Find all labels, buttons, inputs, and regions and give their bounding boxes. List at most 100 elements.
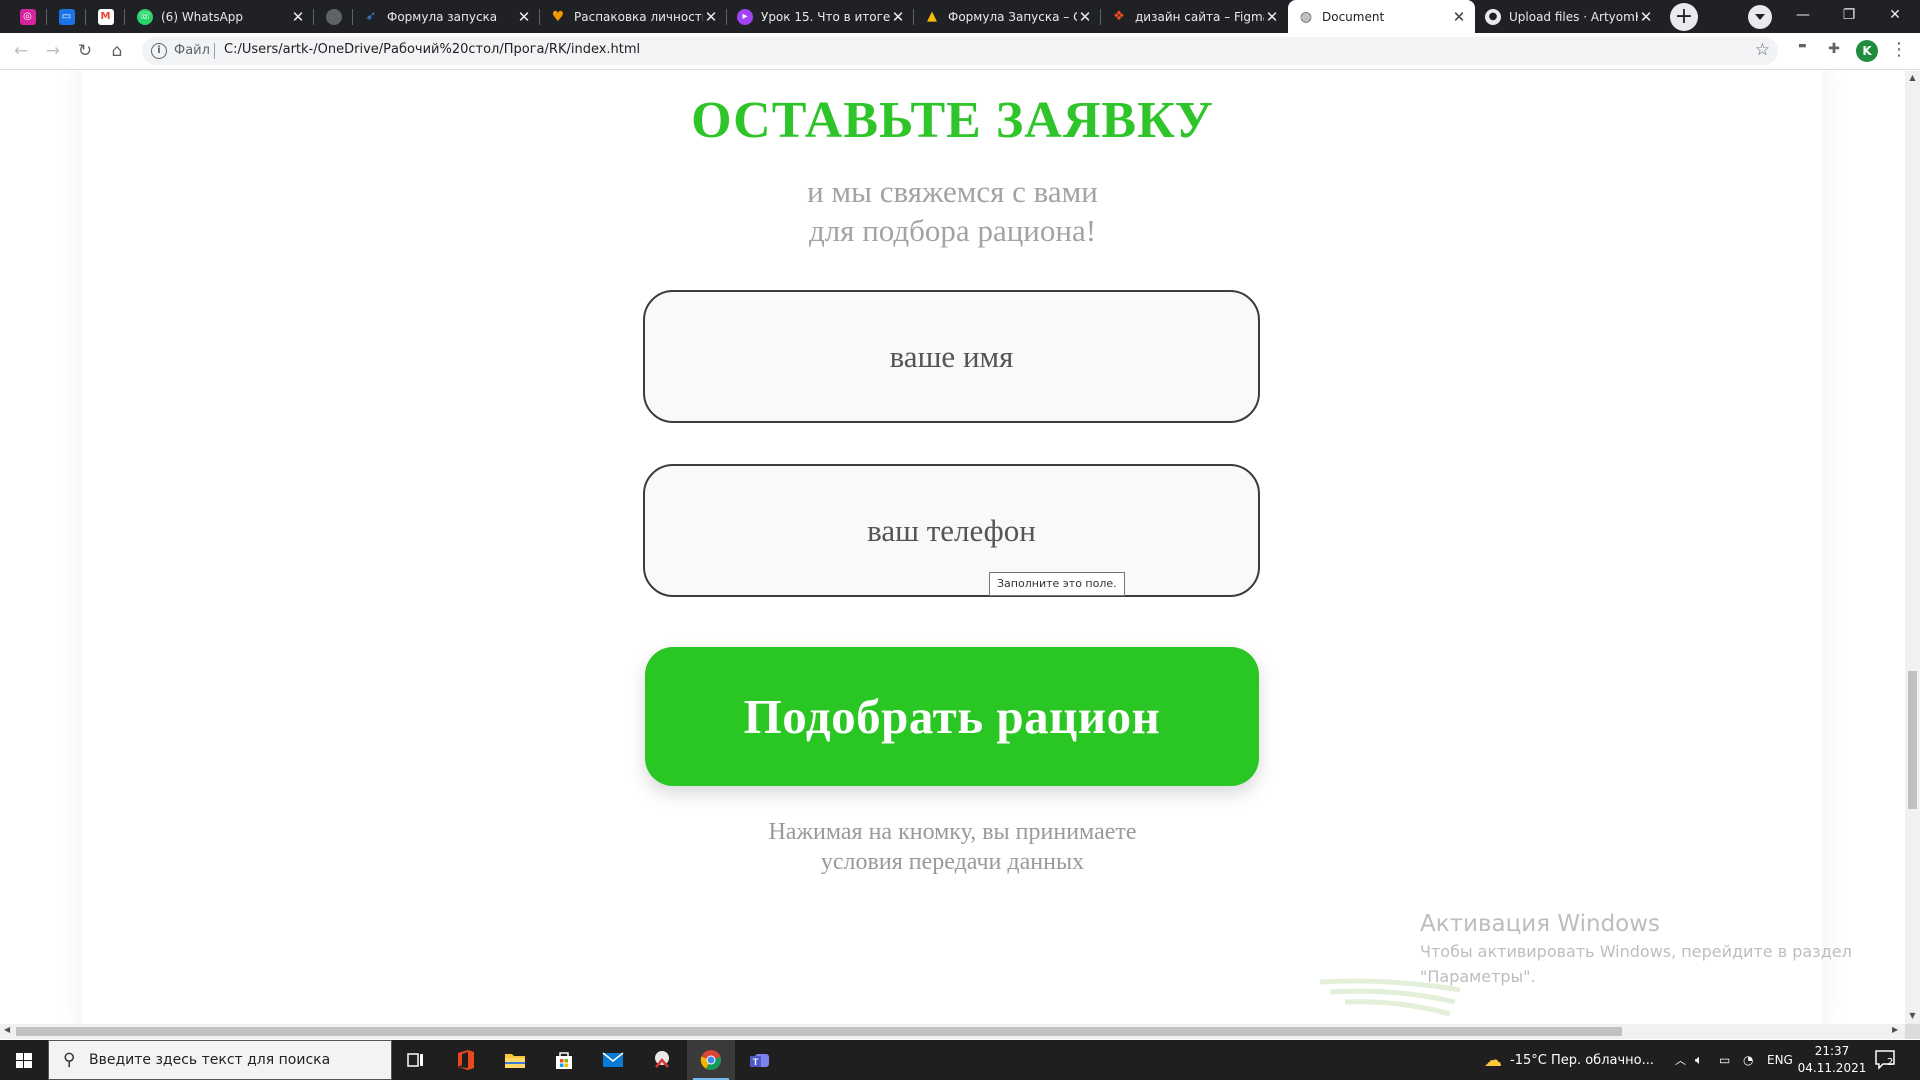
svg-text:T: T — [753, 1057, 759, 1067]
subtitle-line-1: и мы свяжемся с вами — [807, 174, 1098, 209]
battery-icon[interactable]: ▭ — [1719, 1040, 1730, 1080]
taskbar-search-placeholder: Введите здесь текст для поиска — [89, 1052, 331, 1068]
whatsapp-icon: ☏ — [137, 8, 153, 25]
address-bar[interactable]: i Файл C:/Users/artk-/OneDrive/Рабочий%2… — [142, 37, 1778, 65]
clock-time: 21:37 — [1814, 1044, 1850, 1058]
tray-overflow-icon[interactable]: ︿ — [1675, 1040, 1686, 1080]
system-clock[interactable]: 21:37 04.11.2021 — [1796, 1043, 1868, 1077]
horizontal-scrollbar[interactable]: ◀ ▶ — [0, 1024, 1905, 1039]
tab-formula[interactable]: ➶ Формула запуска ✕ — [353, 0, 540, 33]
horizontal-scroll-thumb[interactable] — [16, 1027, 1622, 1036]
tab-close-icon[interactable]: ✕ — [890, 8, 906, 26]
form-title: ОСТАВЬТЕ ЗАЯВКУ — [691, 92, 1214, 149]
name-input[interactable]: ваше имя — [643, 290, 1260, 423]
tab-close-icon[interactable]: ✕ — [703, 8, 719, 26]
scroll-right-icon[interactable]: ▶ — [1892, 1025, 1898, 1034]
scroll-left-icon[interactable]: ◀ — [4, 1025, 10, 1034]
teams-icon[interactable]: T — [736, 1040, 784, 1080]
office-icon[interactable] — [442, 1040, 490, 1080]
tab-github[interactable]: ● Upload files · ArtyomK ✕ — [1475, 0, 1662, 33]
tab-search-icon[interactable] — [1748, 5, 1772, 29]
new-tab-button[interactable]: + — [1670, 3, 1698, 31]
bookmark-star-icon[interactable]: ☆ — [1755, 40, 1770, 60]
tab-close-icon[interactable]: ✕ — [1451, 8, 1467, 26]
notification-center-icon[interactable]: 2 — [1874, 1049, 1898, 1071]
forward-icon[interactable]: → — [40, 39, 66, 65]
volume-icon[interactable]: 🔈︎ — [1695, 1040, 1703, 1080]
site-info-icon[interactable]: i — [151, 43, 167, 59]
extension-icon[interactable]: ▬ — [1791, 41, 1813, 61]
mail-icon[interactable] — [589, 1040, 637, 1080]
tab-close-icon[interactable]: ✕ — [1264, 8, 1280, 26]
generic-site-icon — [325, 8, 342, 25]
task-view-icon[interactable] — [392, 1040, 440, 1080]
url-scheme: Файл — [174, 43, 210, 58]
profile-avatar[interactable]: K — [1856, 40, 1878, 62]
tab-label: Формула Запуска – Go — [948, 9, 1077, 24]
minimize-icon[interactable]: — — [1780, 0, 1826, 33]
consent-line-1: Нажимая на кномку, вы принимаете — [768, 819, 1137, 845]
microsoft-store-icon[interactable] — [540, 1040, 588, 1080]
tab-close-icon[interactable]: ✕ — [516, 8, 532, 26]
globe-icon: ◍ — [1299, 8, 1313, 25]
tab-document-active[interactable]: ◍ Document ✕ — [1288, 0, 1475, 33]
reload-icon[interactable]: ↻ — [72, 39, 98, 65]
gmail-icon: M — [97, 8, 114, 25]
tab-gmail[interactable]: M — [86, 0, 125, 33]
phone-placeholder: ваш телефон — [867, 512, 1036, 548]
validation-tooltip: Заполните это поле. — [989, 572, 1125, 596]
close-window-icon[interactable]: ✕ — [1872, 0, 1918, 33]
tab-close-icon[interactable]: ✕ — [1638, 8, 1654, 26]
heart-icon: ♥ — [551, 8, 565, 25]
scrollbar-corner — [1905, 1024, 1920, 1039]
back-icon[interactable]: ← — [8, 39, 34, 65]
taskbar-search-box[interactable]: ⚲ Введите здесь текст для поиска — [48, 1040, 392, 1080]
url-divider — [214, 43, 215, 59]
network-icon[interactable]: ◔ — [1743, 1040, 1753, 1080]
submit-button[interactable]: Подобрать рацион — [645, 647, 1259, 786]
tab-close-icon[interactable]: ✕ — [290, 8, 306, 26]
chrome-taskbar-icon[interactable] — [687, 1040, 735, 1080]
form-subtitle: и мы свяжемся с вами для подбора рациона… — [0, 172, 1905, 250]
tab-generic[interactable] — [314, 0, 353, 33]
video-icon: ▸ — [737, 8, 753, 25]
weather-widget[interactable]: ☁ -15°C Пер. облачно... — [1484, 1040, 1654, 1080]
browser-tab-strip: ◎ ▭ M ☏ (6) WhatsApp ✕ ➶ Формула запуска… — [0, 0, 1920, 33]
phone-input[interactable]: ваш телефон — [643, 464, 1260, 597]
tab-close-icon[interactable]: ✕ — [1077, 8, 1093, 26]
consent-text: Нажимая на кномку, вы принимаете условия… — [0, 817, 1905, 877]
home-icon[interactable]: ⌂ — [104, 39, 130, 65]
vertical-scroll-thumb[interactable] — [1908, 671, 1917, 809]
file-explorer-icon[interactable] — [491, 1040, 539, 1080]
language-indicator[interactable]: ENG — [1767, 1040, 1793, 1080]
weather-cloud-icon: ☁ — [1484, 1049, 1502, 1071]
consent-line-2: условия передачи данных — [820, 849, 1085, 875]
figma-icon: ❖ — [1113, 9, 1125, 24]
url-text[interactable]: C:/Users/artk-/OneDrive/Рабочий%20стол/П… — [224, 42, 640, 57]
extensions-puzzle-icon[interactable]: ✚ — [1823, 41, 1845, 61]
snipping-tool-icon[interactable] — [638, 1040, 686, 1080]
tab-unpacking[interactable]: ♥ Распаковка личности ✕ — [540, 0, 727, 33]
tab-instagram[interactable]: ◎ — [8, 0, 47, 33]
subtitle-line-2: для подбора рациона! — [808, 213, 1097, 248]
tab-whatsapp[interactable]: ☏ (6) WhatsApp ✕ — [125, 0, 314, 33]
restore-icon[interactable]: ❐ — [1826, 0, 1872, 33]
vertical-scrollbar[interactable]: ▲ ▼ — [1905, 71, 1920, 1024]
rocket-icon: ➶ — [365, 9, 377, 24]
browser-menu-icon[interactable]: ⋮ — [1890, 39, 1908, 63]
tab-google-doc[interactable]: ▲ Формула Запуска – Go ✕ — [914, 0, 1101, 33]
windows-logo-icon — [16, 1053, 32, 1068]
tab-messenger[interactable]: ▭ — [47, 0, 86, 33]
watermark-line-1: Чтобы активировать Windows, перейдите в … — [1420, 942, 1852, 961]
windows-start-button[interactable] — [0, 1040, 48, 1080]
scroll-up-icon[interactable]: ▲ — [1908, 73, 1917, 82]
tab-label: Формула запуска — [387, 9, 498, 24]
tab-label: Upload files · ArtyomK — [1509, 9, 1638, 24]
scroll-down-icon[interactable]: ▼ — [1908, 1011, 1917, 1020]
notification-count: 2 — [1887, 1057, 1894, 1068]
tab-figma[interactable]: ❖ дизайн сайта – Figma ✕ — [1101, 0, 1288, 33]
search-icon: ⚲ — [63, 1050, 76, 1070]
tab-lesson[interactable]: ▸ Урок 15. Что в итоге с ✕ — [727, 0, 914, 33]
windows-activation-watermark: Активация Windows Чтобы активировать Win… — [1420, 909, 1852, 989]
submit-label: Подобрать рацион — [743, 689, 1161, 744]
